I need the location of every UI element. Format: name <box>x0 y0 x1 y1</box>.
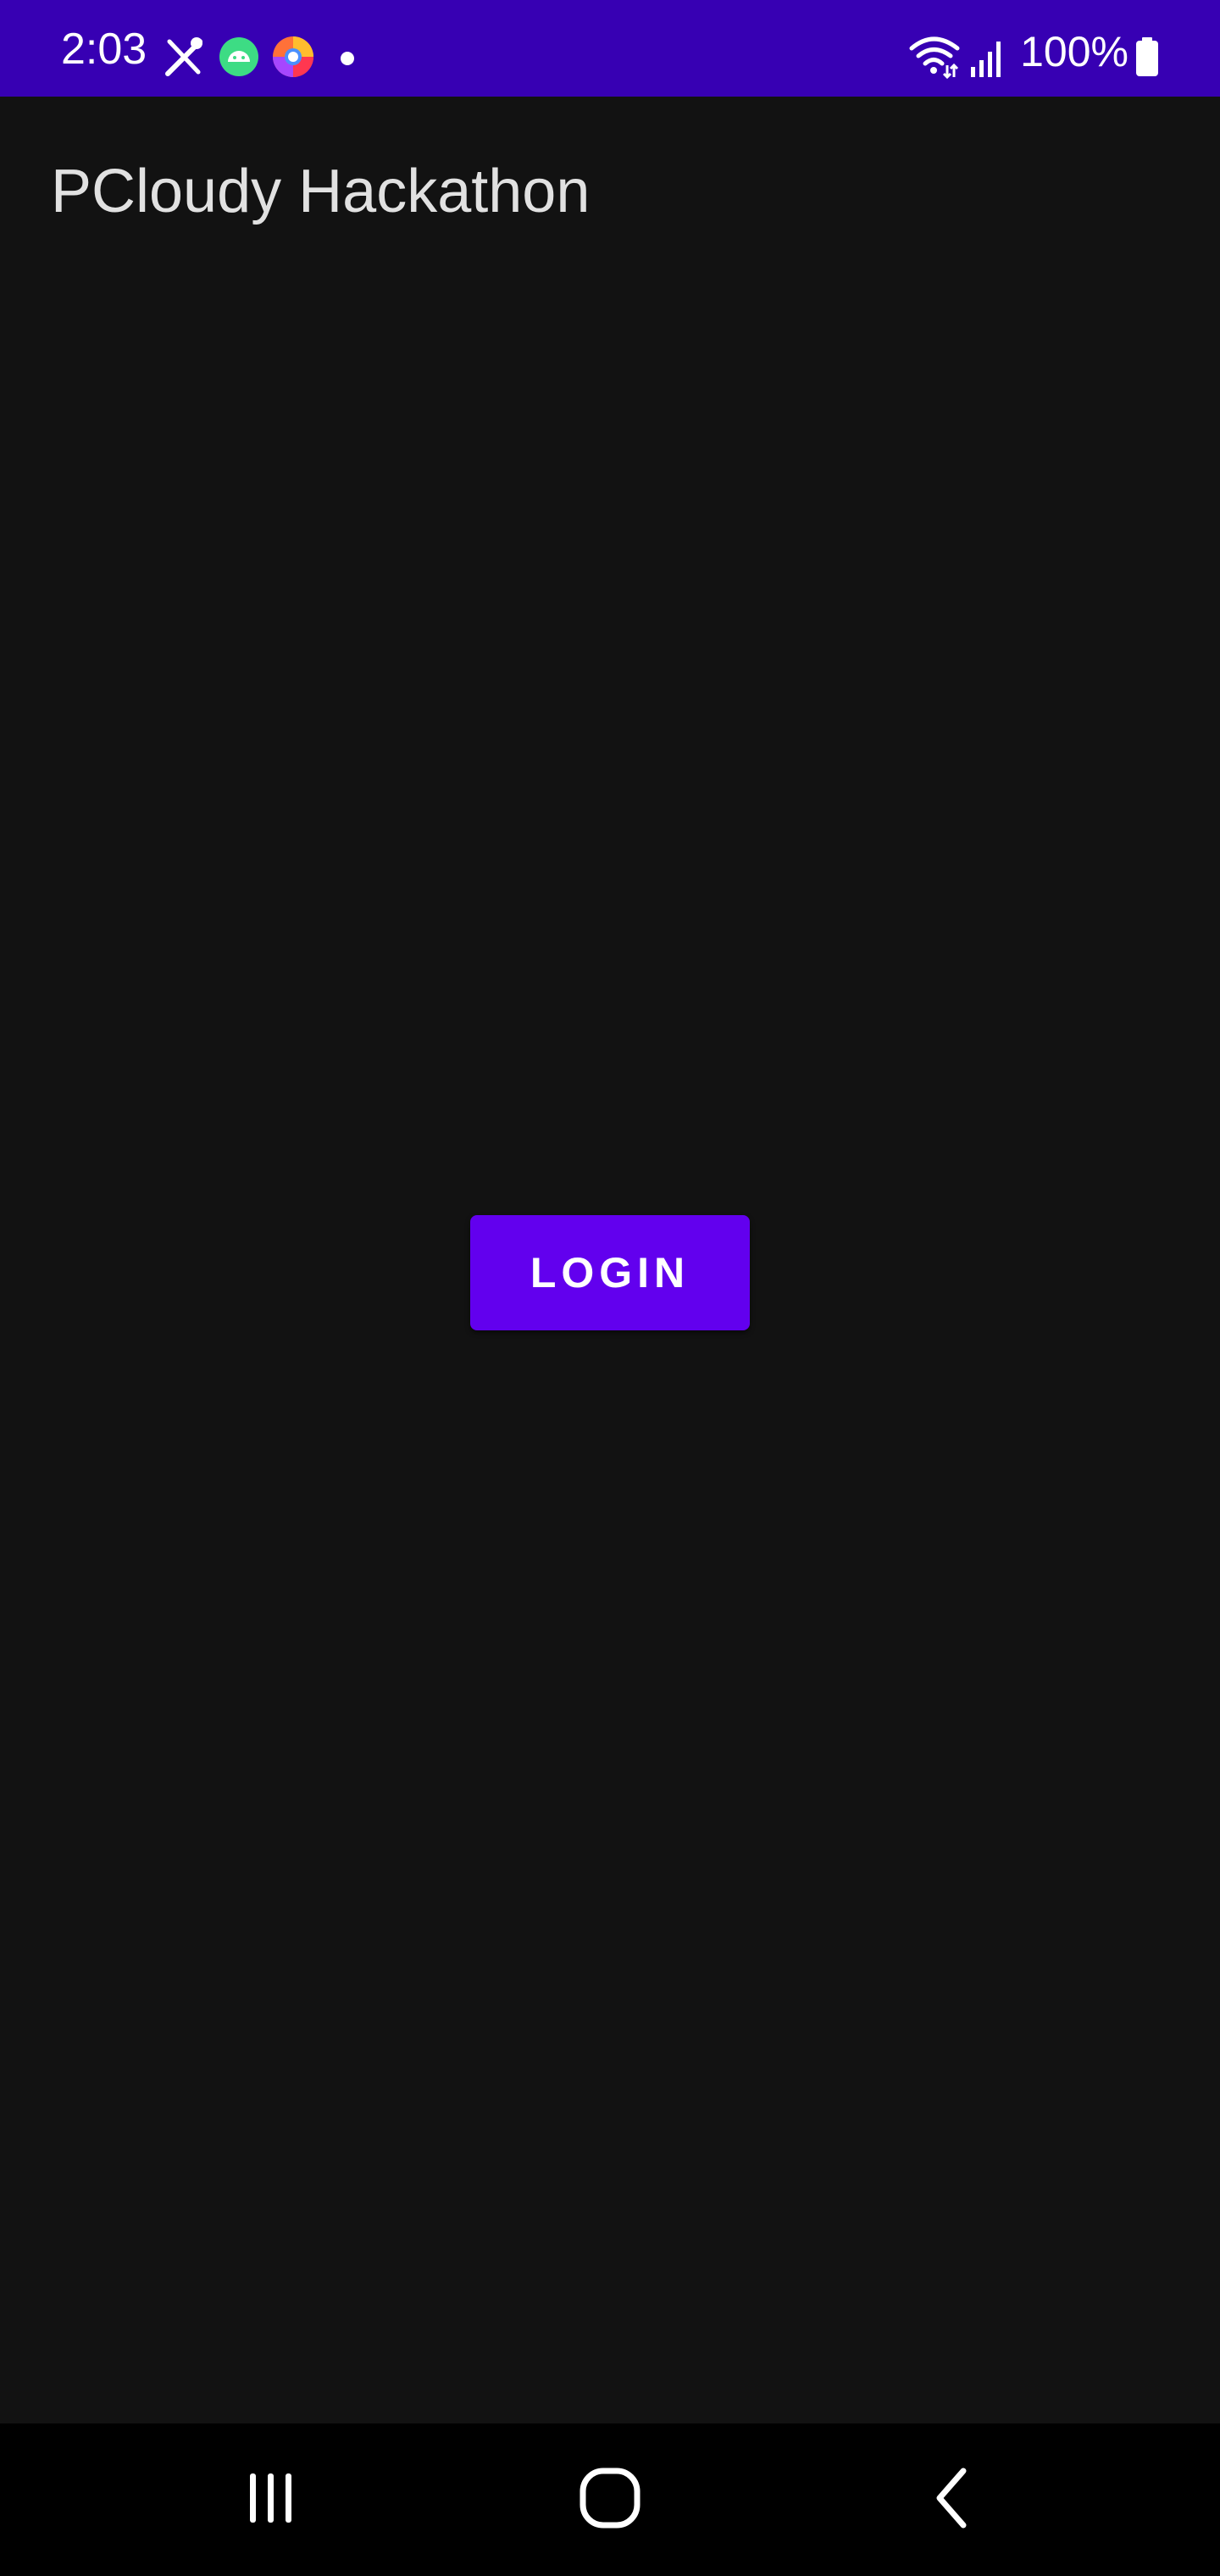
app-bar: PCloudy Hackathon <box>0 97 1220 283</box>
home-button[interactable] <box>559 2457 661 2542</box>
back-icon <box>923 2464 982 2536</box>
android-icon <box>219 35 259 79</box>
wifi-icon <box>908 35 961 80</box>
status-time: 2:03 <box>61 25 147 74</box>
home-icon <box>576 2464 644 2536</box>
login-button[interactable]: LOGIN <box>470 1215 750 1330</box>
app-title: PCloudy Hackathon <box>51 158 591 225</box>
tools-icon <box>163 35 205 79</box>
signal-icon <box>968 35 1005 79</box>
battery-level: 100% <box>1020 28 1128 75</box>
recent-apps-button[interactable] <box>220 2457 322 2542</box>
recent-apps-icon <box>241 2468 301 2532</box>
status-bar: 2:03 100% <box>0 0 1220 97</box>
navigation-bar <box>0 2423 1220 2576</box>
dot-icon <box>339 35 356 79</box>
back-button[interactable] <box>901 2457 1003 2542</box>
screen: 2:03 100% PCloudy Hackathon LOGIN <box>0 0 1220 2576</box>
battery-icon <box>1134 35 1161 79</box>
browser-icon <box>271 35 315 79</box>
